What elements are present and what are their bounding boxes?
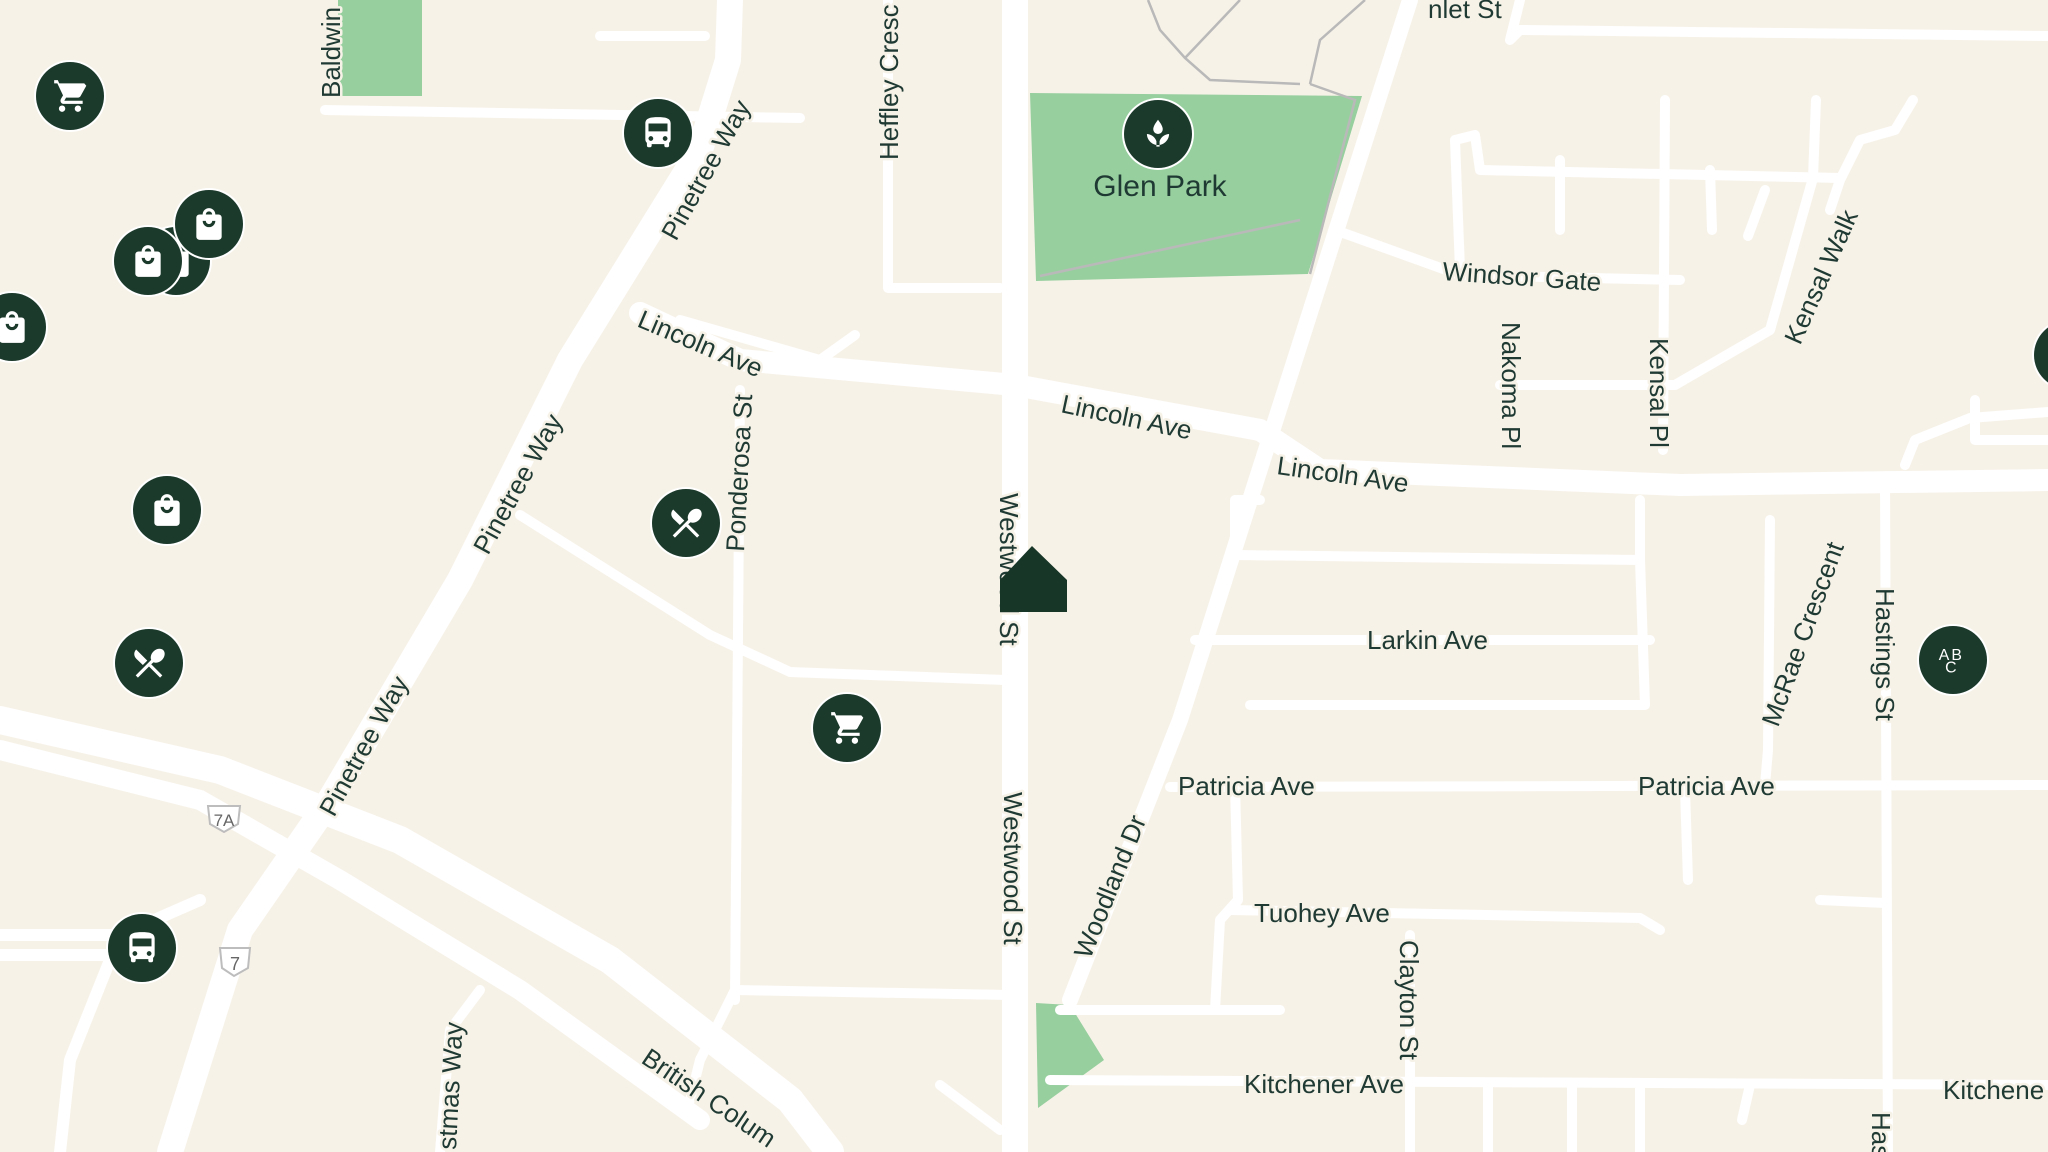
park-poi[interactable] [1124,100,1192,168]
svg-text:7A: 7A [214,811,235,830]
shopping-bag-icon [135,245,161,277]
label-larkin: Larkin Ave [1367,625,1488,655]
label-kitchener-1: Kitchener Ave [1244,1069,1404,1099]
shopping-cart-poi-1[interactable] [36,62,104,130]
label-tuohey: Tuohey Ave [1254,898,1390,928]
label-patricia-1: Patricia Ave [1178,771,1315,801]
bus-poi-1[interactable] [624,99,692,167]
label-hastings-2: Has [1866,1112,1896,1152]
label-clayton: Clayton St [1394,940,1424,1061]
map-base: 7A 7 Glen Park Baldwin Heffley Cresc nle… [0,0,2048,1152]
label-hastings-1: Hastings St [1870,588,1900,722]
label-kitchener-2: Kitchene [1943,1075,2044,1105]
svg-text:C: C [1945,660,1956,677]
shopping-bag-poi-3[interactable] [114,227,182,295]
label-heffley: Heffley Cresc [874,4,904,160]
bus-icon [645,117,671,148]
school-poi[interactable]: ABC [1919,626,1987,694]
leaf-icon [1146,119,1170,147]
shopping-bag-poi-2[interactable] [175,190,243,258]
restaurant-icon [671,508,702,538]
map-canvas[interactable]: 7A 7 Glen Park Baldwin Heffley Cresc nle… [0,0,2048,1152]
shopping-cart-icon [54,80,87,112]
label-nakoma: Nakoma Pl [1496,322,1526,449]
glen-park-label: Glen Park [1093,170,1227,203]
shopping-bag-icon [196,208,222,240]
park-baldwin [338,0,422,96]
label-kensal-pl: Kensal Pl [1644,338,1674,448]
abc-school-icon: A BC [1939,647,1962,677]
label-inlet: nlet St [1428,0,1502,24]
svg-text:7: 7 [230,954,240,974]
shopping-bag-icon [154,494,180,526]
shopping-bag-poi-5[interactable] [133,476,201,544]
restaurant-poi-1[interactable] [652,489,720,557]
label-baldwin: Baldwin [316,7,346,98]
label-westwood-2: Westwood St [998,792,1028,945]
bus-icon [129,932,155,963]
label-patricia-2: Patricia Ave [1638,771,1775,801]
restaurant-icon [134,648,165,678]
shopping-bag-icon [0,311,25,343]
bus-poi-2[interactable] [108,914,176,982]
shopping-cart-icon [831,712,864,744]
shopping-cart-poi-2[interactable] [813,694,881,762]
restaurant-poi-2[interactable] [115,629,183,697]
